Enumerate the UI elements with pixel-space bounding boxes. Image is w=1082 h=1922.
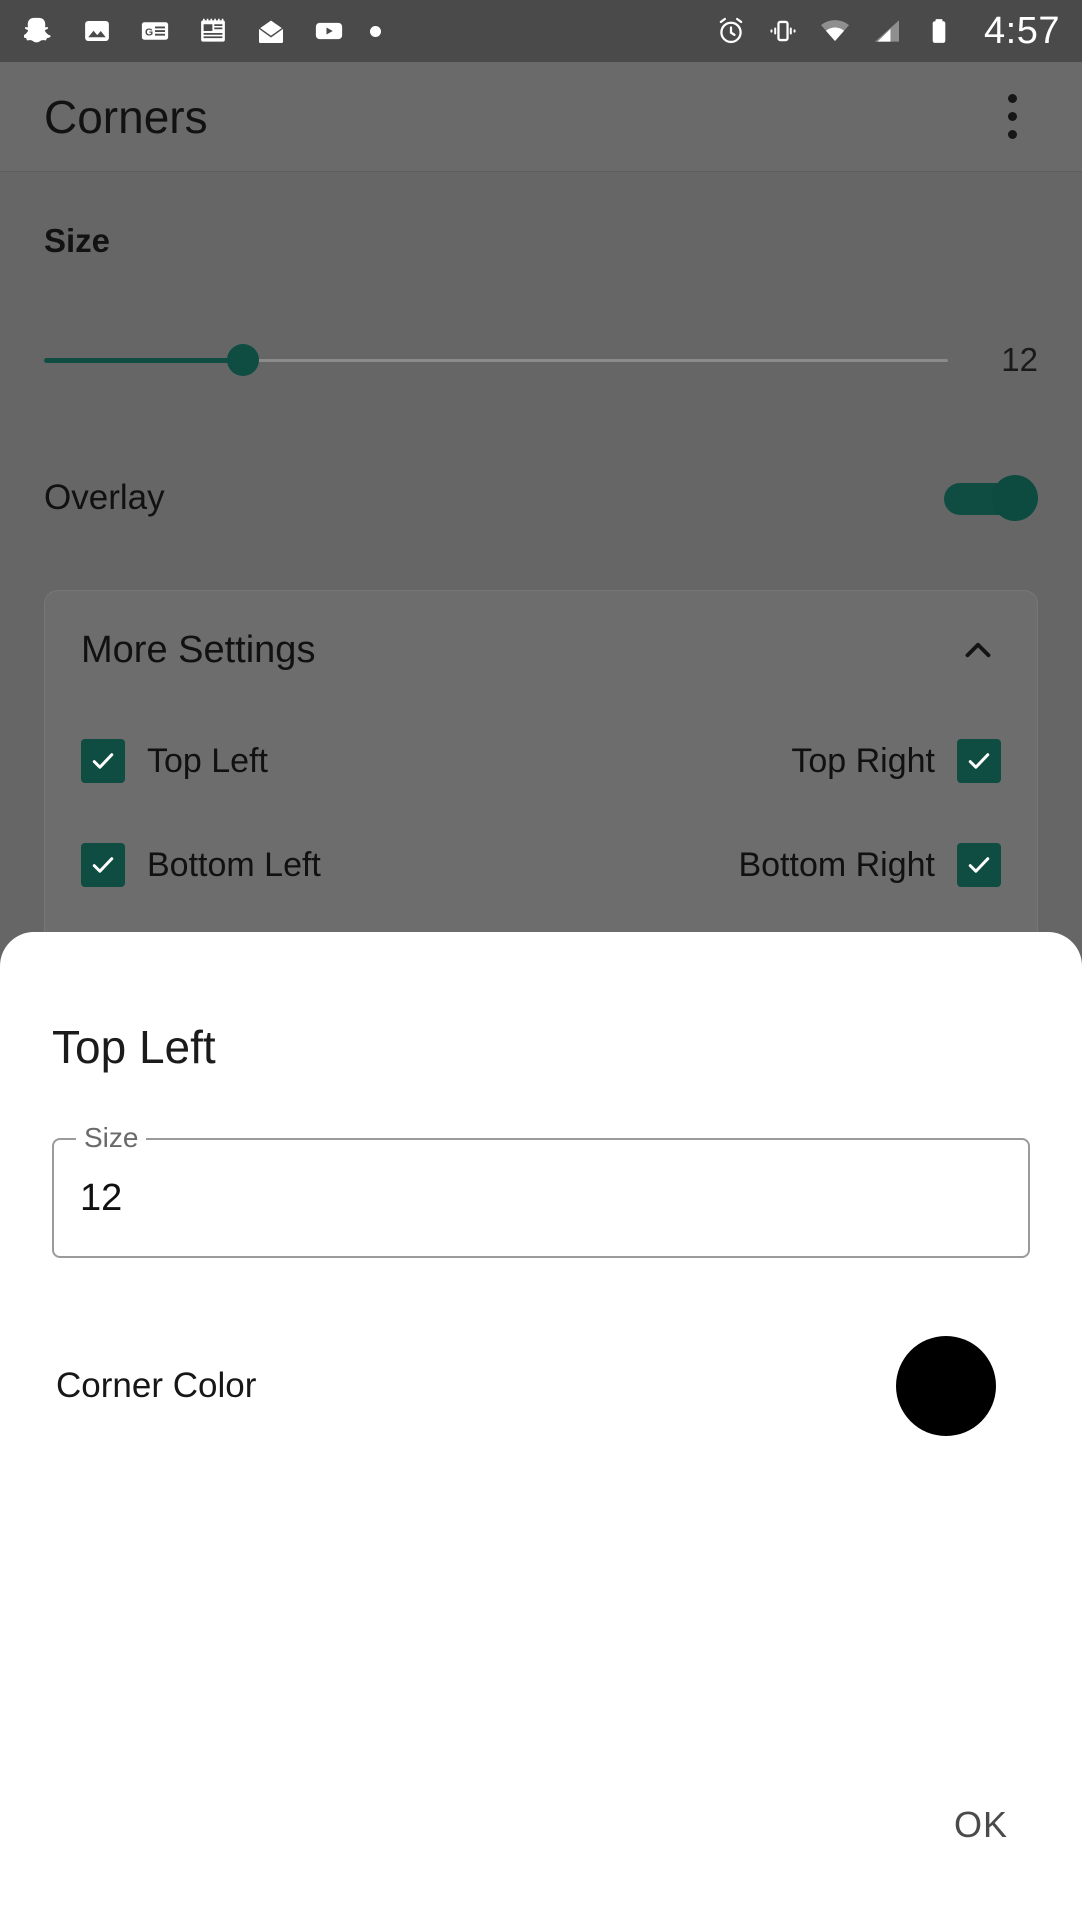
more-settings-title: More Settings	[81, 628, 316, 671]
google-news-icon: G	[138, 14, 172, 48]
vibrate-icon	[766, 14, 800, 48]
battery-icon	[922, 14, 956, 48]
more-settings-header[interactable]: More Settings	[69, 591, 1013, 709]
size-field-label: Size	[76, 1122, 147, 1154]
chevron-up-icon[interactable]	[955, 627, 1001, 673]
bottom-sheet-actions: OK	[932, 1790, 1030, 1860]
checkbox-item-bottom-left[interactable]: Bottom Left	[81, 843, 321, 887]
checkbox-label-top-right: Top Right	[791, 741, 935, 780]
overlay-label: Overlay	[44, 478, 165, 517]
svg-text:G: G	[145, 27, 153, 39]
checkbox-top-left[interactable]	[81, 739, 125, 783]
corner-color-row[interactable]: Corner Color	[52, 1326, 1030, 1446]
checkbox-item-bottom-right[interactable]: Bottom Right	[738, 843, 1001, 887]
checkbox-item-top-right[interactable]: Top Right	[791, 739, 1001, 783]
more-vert-icon[interactable]	[982, 81, 1042, 153]
status-bar-right-icons: 4:57	[714, 10, 1060, 53]
size-slider-value: 12	[1001, 341, 1038, 378]
size-slider-row: 12	[44, 332, 1038, 388]
status-bar-clock: 4:57	[984, 9, 1060, 52]
checkbox-bottom-right[interactable]	[957, 843, 1001, 887]
app-bar: Corners	[0, 62, 1082, 172]
email-icon	[254, 14, 288, 48]
checkbox-label-top-left: Top Left	[147, 741, 268, 780]
status-bar-left-icons: G	[22, 14, 381, 48]
ok-button[interactable]: OK	[932, 1790, 1030, 1860]
corner-row-top: Top Left Top Right	[69, 709, 1013, 813]
cellular-signal-icon	[870, 14, 904, 48]
overlay-row: Overlay	[44, 466, 1038, 530]
checkbox-item-top-left[interactable]: Top Left	[81, 739, 268, 783]
news-reader-icon	[196, 14, 230, 48]
corner-color-label: Corner Color	[56, 1366, 257, 1405]
device-screen: G 4:57 Corners Size 12 Overlay More Sett…	[0, 0, 1082, 1922]
youtube-icon	[312, 14, 346, 48]
checkbox-top-right[interactable]	[957, 739, 1001, 783]
checkbox-label-bottom-right: Bottom Right	[738, 845, 935, 884]
bottom-sheet-title: Top Left	[52, 1021, 216, 1073]
overlay-toggle[interactable]	[944, 475, 1038, 521]
wifi-icon	[818, 14, 852, 48]
page-title: Corners	[44, 90, 208, 143]
checkbox-label-bottom-left: Bottom Left	[147, 845, 321, 884]
size-field-value[interactable]: 12	[80, 1177, 122, 1220]
snapchat-icon	[22, 14, 56, 48]
toggle-thumb	[992, 475, 1038, 521]
size-text-field[interactable]: Size 12	[52, 1122, 1030, 1258]
alarm-icon	[714, 14, 748, 48]
slider-fill	[44, 357, 243, 363]
corner-row-bottom: Bottom Left Bottom Right	[69, 813, 1013, 917]
size-slider[interactable]	[44, 332, 948, 388]
checkbox-bottom-left[interactable]	[81, 843, 125, 887]
notification-dot-icon	[370, 25, 381, 37]
size-section-label: Size	[44, 222, 111, 259]
status-bar: G 4:57	[0, 0, 1082, 62]
photos-icon	[80, 14, 114, 48]
slider-thumb[interactable]	[226, 344, 259, 376]
color-swatch[interactable]	[896, 1336, 996, 1436]
corner-settings-bottom-sheet: Top Left Size 12 Corner Color OK	[0, 932, 1082, 1922]
